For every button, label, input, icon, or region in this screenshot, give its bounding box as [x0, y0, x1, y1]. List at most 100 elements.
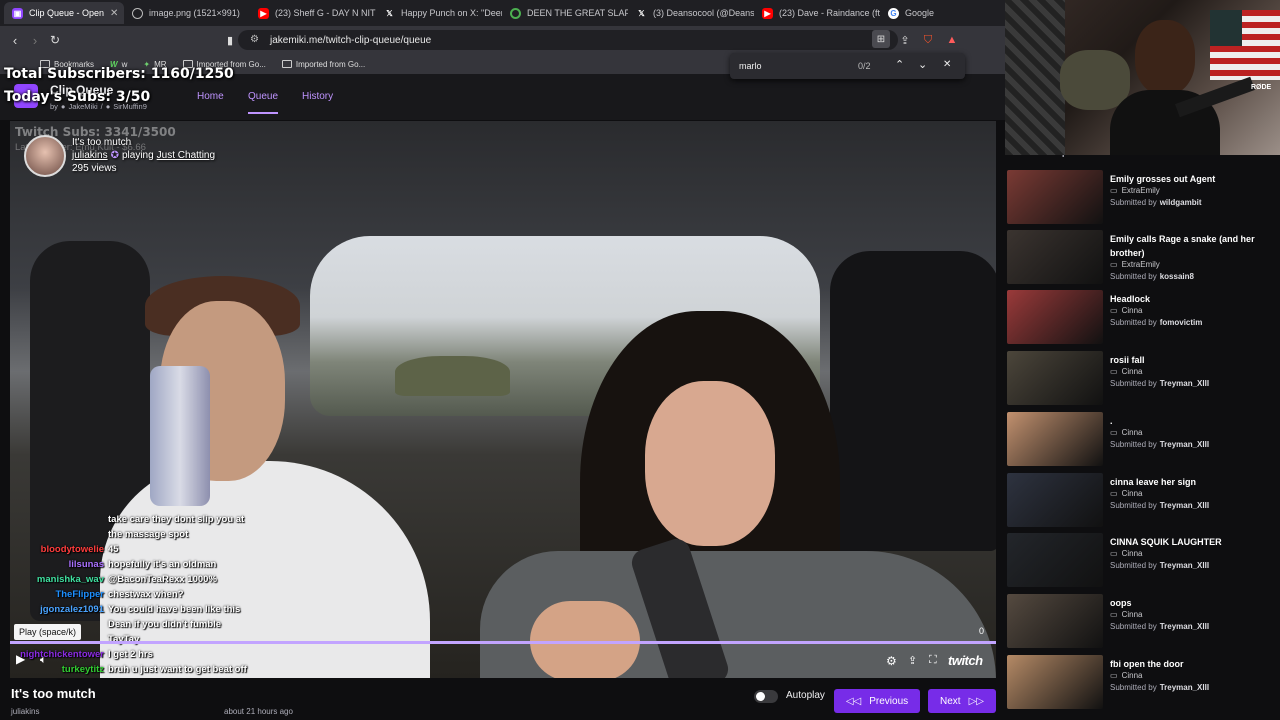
tab-label: Happy Punch on X: "Deen	[401, 8, 502, 18]
submitter-name: Treyman_XIII	[1159, 440, 1210, 449]
address-bar[interactable]: ⚙ jakemiki.me/twitch-clip-queue/queue	[238, 30, 898, 50]
close-icon[interactable]: ✕	[110, 8, 118, 19]
next-button[interactable]: Next ▷▷	[928, 689, 996, 713]
submitter-name: wildgambit	[1159, 198, 1202, 207]
chat-username[interactable]: lilsunas	[12, 559, 104, 570]
tab-label: Google	[905, 8, 935, 18]
install-app-icon[interactable]: ⊞	[872, 30, 890, 48]
chat-text: 45	[108, 544, 119, 555]
submitted-by-label: Submitted by	[1110, 198, 1157, 207]
queue-clip-item[interactable]: Emily grosses out Agent ▭ ExtraEmily Submit…	[1007, 170, 1277, 228]
nav-queue[interactable]: Queue	[248, 91, 279, 114]
chat-bubble-icon: ▭	[1110, 671, 1118, 680]
channel-avatar[interactable]	[24, 135, 66, 177]
chat-bubble-icon: ▭	[1110, 610, 1118, 619]
site-info-icon[interactable]: ⚙	[250, 34, 259, 45]
submitted-by-label: Submitted by	[1110, 683, 1157, 692]
next-label: Next	[940, 695, 961, 707]
progress-bar[interactable]	[10, 641, 996, 644]
tab-label: image.png (1521×991)	[149, 8, 240, 18]
bookmark-icon[interactable]: ▮	[220, 30, 240, 50]
twitch-logo[interactable]: twitch	[948, 653, 983, 668]
queue-clip-item[interactable]: Headlock ▭ Cinna Submitted by fomovictim	[1007, 290, 1277, 348]
nav-history[interactable]: History	[302, 91, 333, 102]
submitter-name: fomovictim	[1159, 318, 1203, 327]
chat-username[interactable]: manishka_wav	[12, 574, 104, 585]
verified-icon: ✪	[110, 150, 119, 161]
channel-link[interactable]: juliakins	[72, 150, 108, 161]
tab-label: (3) Deansocool (@Deanso	[653, 8, 754, 18]
fullscreen-icon[interactable]: ⛶	[929, 654, 937, 667]
chat-message: jgonzalez1091 You could have been like th…	[12, 604, 240, 615]
queue-clip-item[interactable]: oops ▭ Cinna Submitted by Treyman_XIII	[1007, 594, 1277, 652]
rewards-icon[interactable]: ▲	[942, 30, 962, 50]
reload-icon[interactable]: ↻	[45, 30, 65, 50]
clip-item-creator: ▭ Cinna	[1110, 671, 1142, 680]
forward-icon[interactable]: ›	[25, 30, 45, 50]
clip-item-creator: ▭ Cinna	[1110, 367, 1142, 376]
creator-name: Cinna	[1121, 549, 1143, 558]
browser-tab[interactable]: ▶ (23) Sheff G - DAY N NITE	[250, 2, 376, 24]
brave-shield-icon[interactable]: ⛉	[918, 30, 938, 50]
chevron-down-icon[interactable]: ⌄	[918, 58, 927, 71]
footer-channel: juliakins	[11, 707, 40, 716]
play-tooltip: Play (space/k)	[14, 624, 82, 640]
chat-message: take care they dont slip you at	[12, 514, 244, 525]
clip-thumbnail	[1007, 655, 1103, 709]
browser-tab[interactable]: 𝕏 Happy Punch on X: "Deen	[376, 2, 502, 24]
clip-thumbnail	[1007, 351, 1103, 405]
clip-item-submitter: Submitted by Treyman_XIII	[1110, 501, 1209, 510]
player-controls: ▶ 🔈︎ ⚙ ⇪ ⛶	[10, 650, 996, 674]
chrome-icon	[510, 7, 521, 19]
previous-button[interactable]: ◁◁ Previous	[834, 689, 920, 713]
clip-thumbnail	[1007, 170, 1103, 224]
volume-icon[interactable]: 🔈︎	[40, 654, 47, 667]
back-icon[interactable]: ‹	[5, 30, 25, 50]
bookmark-imported-2[interactable]: Imported from Go...	[281, 60, 365, 69]
clip-thumbnail	[1007, 230, 1103, 284]
today-subs-overlay: Today's Subs: 3/50	[4, 89, 151, 105]
queue-clip-item[interactable]: CINNA SQUIK LAUGHTER ▭ Cinna Submitted by Tr…	[1007, 533, 1277, 591]
chat-username[interactable]: bloodytowelie	[12, 544, 104, 555]
queue-clip-item[interactable]: . ▭ Cinna Submitted by Treyman_XIII	[1007, 412, 1277, 470]
browser-tab[interactable]: ▣ Clip Queue - Open ✕	[4, 2, 124, 24]
queue-clip-item[interactable]: cinna leave her sign ▭ Cinna Submitted by Tr…	[1007, 473, 1277, 531]
google-icon: G	[888, 7, 899, 19]
submitted-by-label: Submitted by	[1110, 440, 1157, 449]
share-icon[interactable]: ⇪	[908, 654, 917, 667]
close-icon[interactable]: ✕	[943, 59, 951, 70]
chat-username[interactable]: TheFlipper	[12, 589, 104, 600]
clip-item-title: cinna leave her sign	[1110, 477, 1197, 487]
queue-clip-item[interactable]: Emily calls Rage a snake (and her brothe…	[1007, 230, 1277, 288]
category-link[interactable]: Just Chatting	[157, 150, 215, 161]
share-icon[interactable]: ⇪	[895, 30, 915, 50]
browser-tab[interactable]: 𝕏 (3) Deansocool (@Deanso	[628, 2, 754, 24]
browser-tab[interactable]: image.png (1521×991)	[124, 2, 250, 24]
browser-tab-strip: ▣ Clip Queue - Open ✕ image.png (1521×99…	[0, 0, 1005, 26]
chevron-up-icon[interactable]: ⌃	[895, 58, 904, 71]
settings-icon[interactable]: ⚙	[886, 654, 897, 668]
browser-tab[interactable]: ▶ (23) Dave - Raindance (ft.	[754, 2, 880, 24]
chat-text: @BaconTeaRexx 1000%	[108, 574, 217, 585]
browser-tab[interactable]: G Google	[880, 2, 990, 24]
chat-username[interactable]: jgonzalez1091	[12, 604, 104, 615]
tab-label: (23) Dave - Raindance (ft.	[779, 8, 880, 18]
nav-home[interactable]: Home	[197, 91, 224, 102]
clip-thumbnail	[1007, 473, 1103, 527]
tab-label: DEEN THE GREAT SLAPPED	[527, 8, 628, 18]
clip-item-title: Emily grosses out Agent	[1110, 174, 1216, 184]
clip-item-submitter: Submitted by wildgambit	[1110, 198, 1201, 207]
submitter-name: Treyman_XIII	[1159, 561, 1210, 570]
clip-item-creator: ▭ ExtraEmily	[1110, 186, 1160, 195]
autoplay-label: Autoplay	[786, 690, 825, 701]
clip-item-title: Headlock	[1110, 294, 1151, 304]
queue-clip-item[interactable]: fbi open the door ▭ Cinna Submitted by Treym…	[1007, 655, 1277, 713]
chat-message: manishka_wav @BaconTeaRexx 1000%	[12, 574, 217, 585]
creator-name: Cinna	[1121, 489, 1143, 498]
autoplay-toggle[interactable]	[754, 690, 778, 703]
queue-clip-item[interactable]: rosii fall ▭ Cinna Submitted by Treyman_XIII	[1007, 351, 1277, 409]
find-input[interactable]: marlo	[739, 61, 762, 71]
browser-tab[interactable]: DEEN THE GREAT SLAPPED	[502, 2, 628, 24]
play-icon[interactable]: ▶	[16, 652, 25, 666]
clip-item-submitter: Submitted by fomovictim	[1110, 318, 1202, 327]
